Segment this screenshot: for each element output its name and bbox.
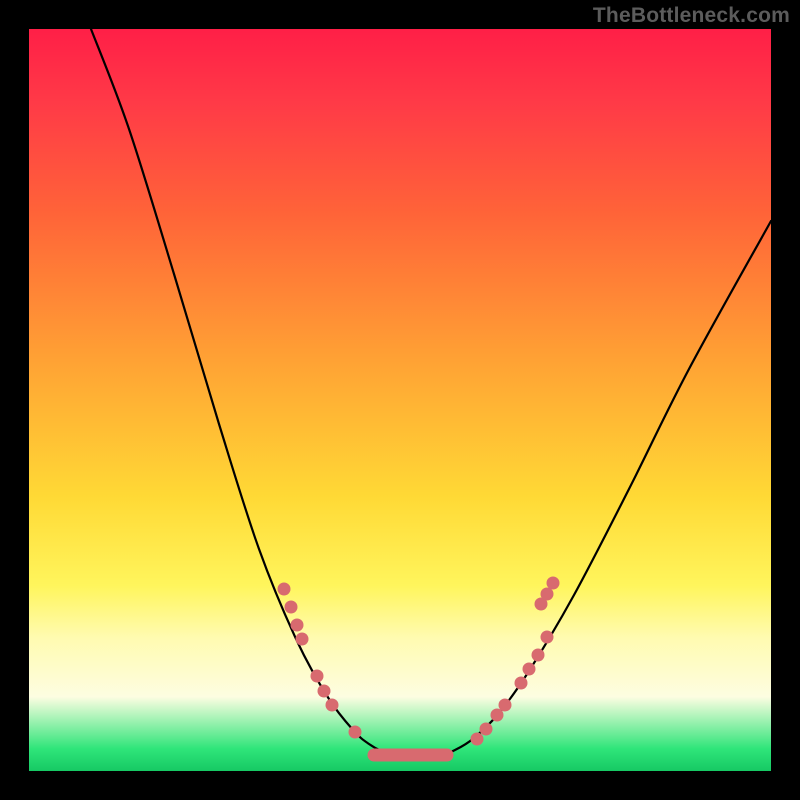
data-point [291, 619, 304, 632]
data-point [523, 663, 536, 676]
watermark-text: TheBottleneck.com [593, 4, 790, 28]
data-point [278, 583, 291, 596]
scatter-right [471, 577, 560, 746]
data-point [532, 649, 545, 662]
scatter-left [278, 583, 362, 739]
bottleneck-chart [29, 29, 771, 771]
data-point [480, 723, 493, 736]
data-point [499, 699, 512, 712]
data-point [515, 677, 528, 690]
bottleneck-curve [91, 29, 771, 756]
data-point [296, 633, 309, 646]
data-point [349, 726, 362, 739]
data-point [318, 685, 331, 698]
data-point [541, 588, 554, 601]
data-point [311, 670, 324, 683]
data-point [547, 577, 560, 590]
data-point [285, 601, 298, 614]
data-point [471, 733, 484, 746]
data-point [541, 631, 554, 644]
data-point [326, 699, 339, 712]
